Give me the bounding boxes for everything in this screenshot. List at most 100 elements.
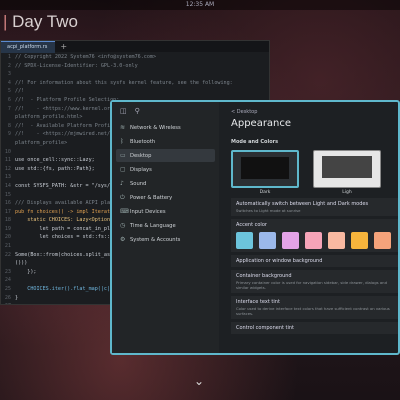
line-text: //! For information about this sysfs ker…	[15, 79, 233, 86]
line-number: 19	[4, 225, 11, 232]
line-text: use once_cell::sync::Lazy;	[15, 157, 95, 164]
line-text: platform_profile.html>	[15, 114, 83, 121]
settings-window[interactable]: ◫ ⚲ ≋ Network & Wireless ᛒ Bluetooth ▭ Deskto…	[110, 100, 400, 355]
line-text: //!	[15, 88, 25, 95]
sidebar-item-bluetooth[interactable]: ᛒ Bluetooth	[116, 135, 215, 148]
wifi-icon: ≋	[120, 124, 126, 131]
text-tint-row[interactable]: Interface text tint Color used to derive…	[231, 296, 398, 319]
workspace-title: | Day Two	[3, 12, 78, 32]
line-number: 10	[4, 148, 11, 155]
code-line: 3	[1, 70, 269, 79]
sidebar-item-label: Displays	[130, 166, 152, 173]
line-text: });	[15, 268, 37, 275]
accent-swatch[interactable]	[259, 232, 276, 249]
auto-switch-row[interactable]: Automatically switch between Light and D…	[231, 198, 398, 216]
page-title: Appearance	[231, 118, 292, 129]
row-title: Application or window background	[236, 258, 323, 264]
sidebar-item-input-devices[interactable]: ⌨ Input Devices	[116, 205, 215, 218]
theme-dark[interactable]: Dark	[231, 150, 299, 195]
control-tint-row[interactable]: Control component tint	[231, 322, 398, 334]
code-line: 4 //! For information about this sysfs ke…	[1, 79, 269, 88]
chevron-down-icon[interactable]: ⌄	[194, 374, 204, 388]
line-number: 27	[1, 302, 15, 304]
sidebar-item-desktop[interactable]: ▭ Desktop	[116, 149, 215, 162]
theme-light[interactable]: Ligh	[313, 150, 381, 195]
mode-heading: Mode and Colors	[231, 139, 279, 145]
row-title: Interface text tint	[236, 299, 280, 305]
sidebar-item-sound[interactable]: ♪ Sound	[116, 177, 215, 190]
desktop-icon: ▭	[120, 152, 126, 159]
sidebar-item-network-wireless[interactable]: ≋ Network & Wireless	[116, 121, 215, 134]
sidebar-item-label: Time & Language	[130, 222, 176, 229]
sidebar-item-label: Input Devices	[130, 208, 166, 215]
sidebar-item-time-language[interactable]: ◷ Time & Language	[116, 219, 215, 232]
new-tab-button[interactable]: +	[55, 42, 72, 51]
line-number: 22	[4, 251, 11, 258]
line-text: }	[15, 294, 19, 301]
accent-swatch[interactable]	[374, 232, 391, 249]
line-number: 12	[4, 165, 11, 172]
line-number: 1	[7, 54, 11, 60]
sidebar-header: ◫ ⚲	[112, 102, 219, 120]
line-number: 3	[7, 71, 11, 78]
line-number: 18	[4, 217, 11, 224]
clock-icon: ◷	[120, 222, 126, 229]
accent-swatch[interactable]	[351, 232, 368, 249]
accent-swatch[interactable]	[236, 232, 253, 249]
line-number: 26	[4, 294, 11, 301]
line-number: 9	[7, 131, 11, 138]
line-number: 21	[4, 243, 11, 250]
editor-tab[interactable]: acpi_platform.rs	[1, 40, 56, 53]
light-theme-thumbnail[interactable]	[313, 150, 381, 188]
accent-swatches	[236, 232, 393, 249]
window-bg-row[interactable]: Application or window background	[231, 255, 398, 267]
workspace-bar: |	[3, 12, 8, 31]
sound-icon: ♪	[120, 180, 124, 187]
sidebar-item-system-accounts[interactable]: ⚙ System & Accounts	[116, 233, 215, 246]
sidebar-toggle-icon[interactable]: ◫	[120, 107, 127, 115]
line-number: 14	[4, 182, 11, 189]
row-title: Container background	[236, 273, 292, 279]
line-text: use std::{fs, path::Path};	[15, 165, 95, 172]
line-number: 20	[4, 234, 11, 241]
display-icon: ▢	[120, 166, 126, 173]
system-icon: ⚙	[120, 236, 126, 243]
workspace-name: Day Two	[12, 12, 78, 31]
line-number: 15	[4, 191, 11, 198]
power-icon: ⏻	[120, 193, 125, 201]
sidebar-item-power-battery[interactable]: ⏻ Power & Battery	[116, 191, 215, 204]
line-text: //! - Available Platform Profiles:	[15, 122, 123, 129]
top-panel: 12:35 AM	[0, 0, 400, 10]
line-number: 23	[4, 268, 11, 275]
row-subtitle: Primary container color is used for navi…	[236, 280, 387, 290]
line-number: 6	[7, 96, 11, 103]
row-subtitle: Switches to Light mode at sunrise	[236, 208, 301, 213]
sidebar-item-label: Bluetooth	[130, 138, 156, 145]
sidebar-item-label: System & Accounts	[130, 236, 181, 243]
theme-label: Ligh	[342, 190, 352, 195]
line-number: 13	[4, 174, 11, 181]
search-icon[interactable]: ⚲	[135, 107, 140, 115]
settings-sidebar: ◫ ⚲ ≋ Network & Wireless ᛒ Bluetooth ▭ Deskto…	[112, 102, 219, 353]
line-text: // Copyright 2022 System76 <info@system7…	[15, 54, 157, 60]
line-text: //! - Platform Profile Selection:	[15, 96, 120, 103]
sidebar-item-label: Network & Wireless	[130, 124, 181, 131]
line-number	[1, 113, 15, 122]
container-bg-row[interactable]: Container background Primary container c…	[231, 270, 398, 293]
editor-tab-bar: acpi_platform.rs +	[1, 40, 269, 53]
dark-theme-thumbnail[interactable]	[231, 150, 299, 188]
accent-swatch[interactable]	[282, 232, 299, 249]
clock[interactable]: 12:35 AM	[0, 0, 400, 10]
row-subtitle: Color used to derive interface text colo…	[236, 306, 390, 316]
breadcrumb[interactable]: < Desktop	[231, 109, 398, 115]
row-title: Automatically switch between Light and D…	[236, 201, 369, 207]
line-number: 7	[7, 105, 11, 112]
accent-swatch[interactable]	[328, 232, 345, 249]
settings-nav: ≋ Network & Wireless ᛒ Bluetooth ▭ Desktop ▢ Di…	[112, 121, 219, 246]
sidebar-item-label: Power & Battery	[130, 194, 173, 201]
accent-swatch[interactable]	[305, 232, 322, 249]
line-number: 8	[7, 122, 11, 129]
line-number: 11	[4, 157, 11, 164]
sidebar-item-displays[interactable]: ▢ Displays	[116, 163, 215, 176]
line-number	[1, 139, 15, 148]
